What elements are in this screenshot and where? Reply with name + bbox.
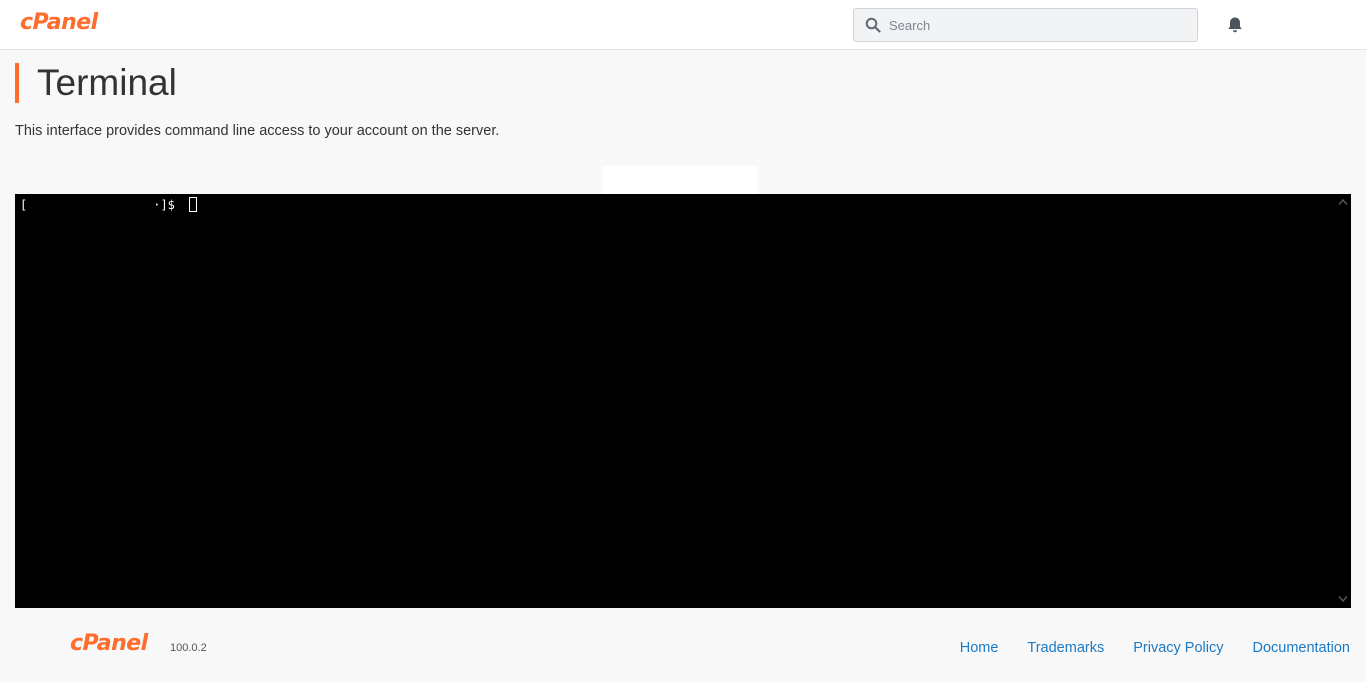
search-input[interactable]: [889, 17, 1179, 33]
cpanel-logo[interactable]: cPanel: [20, 10, 98, 35]
footer-link-documentation[interactable]: Documentation: [1252, 640, 1350, 656]
top-navbar: cPanel: [0, 0, 1366, 50]
prompt-close: ·]$: [153, 198, 175, 212]
page-description: This interface provides command line acc…: [15, 123, 500, 139]
scroll-down-icon[interactable]: [1338, 595, 1348, 603]
footer-links: Home Trademarks Privacy Policy Documenta…: [960, 640, 1350, 656]
scroll-up-icon[interactable]: [1338, 198, 1348, 206]
terminal-window[interactable]: [ ·]$: [15, 194, 1351, 608]
footer-link-trademarks[interactable]: Trademarks: [1027, 640, 1104, 656]
footer-cpanel-logo[interactable]: cPanel: [70, 631, 148, 656]
prompt-open: [: [20, 198, 28, 212]
bell-icon[interactable]: [1225, 15, 1245, 35]
terminal-cursor: [189, 197, 197, 212]
footer-link-home[interactable]: Home: [960, 640, 999, 656]
page-title: Terminal: [37, 62, 177, 103]
search-icon: [865, 17, 881, 33]
page-title-container: Terminal: [15, 63, 177, 103]
terminal-tab-area: [602, 166, 758, 194]
search-box[interactable]: [853, 8, 1198, 42]
version-label: 100.0.2: [170, 642, 207, 654]
terminal-prompt: [ ·]$: [20, 197, 175, 213]
footer-link-privacy-policy[interactable]: Privacy Policy: [1133, 640, 1223, 656]
